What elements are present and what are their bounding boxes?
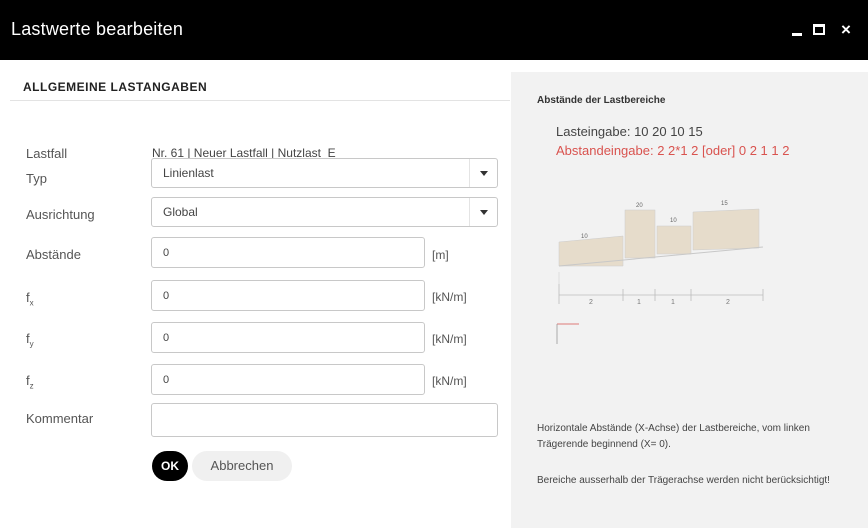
kommentar-input[interactable] xyxy=(151,403,498,437)
load-input-example: Lasteingabe: 10 20 10 15 xyxy=(556,124,703,139)
fz-unit: [kN/m] xyxy=(432,374,467,388)
fy-input[interactable]: 0 xyxy=(151,322,425,353)
distance-label-4: 2 xyxy=(726,299,730,306)
fx-input[interactable]: 0 xyxy=(151,280,425,311)
load-label-3: 10 xyxy=(670,218,677,224)
load-label-1: 10 xyxy=(581,234,588,240)
fy-label: fy xyxy=(26,331,34,349)
ausrichtung-select-value: Global xyxy=(163,205,198,219)
chevron-down-icon[interactable] xyxy=(469,198,497,226)
form-panel: ALLGEMEINE LASTANGABEN Lastfall Nr. 61 |… xyxy=(0,60,511,528)
distance-input-example: Abstandeingabe: 2 2*1 2 [oder] 0 2 1 1 2 xyxy=(556,143,790,158)
load-label-4: 15 xyxy=(721,201,728,207)
load-block-2 xyxy=(624,209,656,259)
abstaende-label: Abstände xyxy=(26,247,81,262)
window-title: Lastwerte bearbeiten xyxy=(11,19,184,39)
kommentar-label: Kommentar xyxy=(26,411,94,426)
help-title: Abstände der Lastbereiche xyxy=(537,95,666,106)
load-label-2: 20 xyxy=(636,203,643,209)
ausrichtung-select[interactable]: Global xyxy=(151,197,498,227)
fz-input[interactable]: 0 xyxy=(151,364,425,395)
fz-label: fz xyxy=(26,373,34,391)
fy-unit: [kN/m] xyxy=(432,332,467,346)
load-block-3 xyxy=(656,225,692,255)
chevron-down-icon[interactable] xyxy=(469,159,497,187)
fx-unit: [kN/m] xyxy=(432,290,467,304)
ok-button[interactable]: OK xyxy=(152,451,188,481)
help-note-distances: Horizontale Abstände (X-Achse) der Lastb… xyxy=(537,423,810,450)
minimize-icon[interactable] xyxy=(786,18,808,42)
cancel-button[interactable]: Abbrechen xyxy=(192,451,292,481)
close-icon[interactable]: × xyxy=(835,18,857,42)
typ-select-value: Linienlast xyxy=(163,166,214,180)
load-block-4 xyxy=(692,208,760,251)
typ-select[interactable]: Linienlast xyxy=(151,158,498,188)
abstaende-unit: [m] xyxy=(432,248,449,262)
typ-label: Typ xyxy=(26,171,47,186)
load-distance-diagram: 10 20 10 15 2 1 1 2 xyxy=(556,201,764,344)
load-block-1 xyxy=(558,235,624,267)
abstaende-input[interactable]: 0 xyxy=(151,237,425,268)
distance-label-1: 2 xyxy=(589,299,593,306)
fx-label: fx xyxy=(26,290,34,308)
lastfall-label: Lastfall xyxy=(26,146,68,161)
maximize-icon[interactable] xyxy=(809,18,831,42)
window-titlebar: Lastwerte bearbeiten × xyxy=(0,0,868,60)
help-panel: Abstände der Lastbereiche Lasteingabe: 1… xyxy=(511,72,868,528)
distance-label-2: 1 xyxy=(637,299,641,306)
distance-label-3: 1 xyxy=(671,299,675,306)
help-note-outside: Bereiche ausserhalb der Trägerachse werd… xyxy=(537,475,830,486)
ausrichtung-label: Ausrichtung xyxy=(26,207,95,222)
section-divider xyxy=(10,100,510,101)
section-title: ALLGEMEINE LASTANGABEN xyxy=(23,80,208,94)
